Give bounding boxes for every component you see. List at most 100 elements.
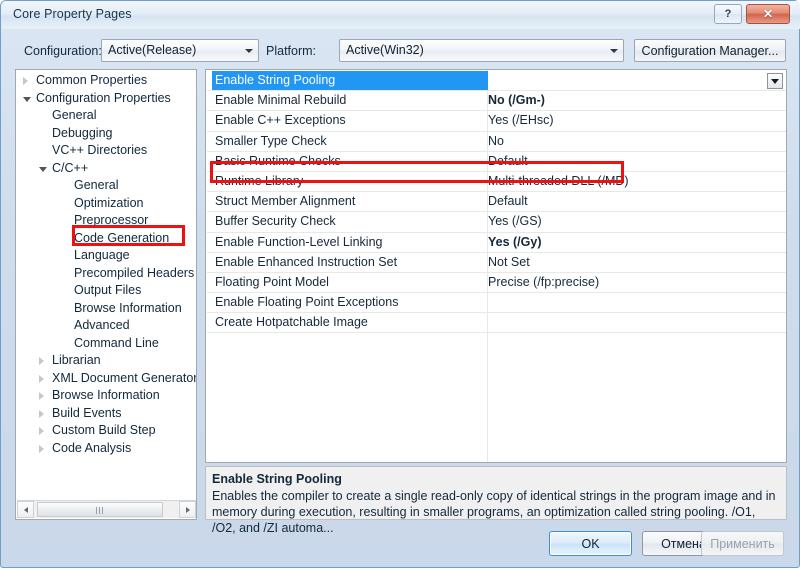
property-row[interactable]: Basic Runtime Checks Default (207, 152, 786, 172)
tree-item-label: Browse Information (52, 388, 160, 402)
expander-open-icon[interactable] (39, 166, 47, 172)
tree-item-label: General (74, 178, 119, 192)
tree-item-browse-information[interactable]: Browse Information (16, 387, 196, 405)
tree-item-label: Configuration Properties (36, 90, 171, 105)
tree-item-advanced[interactable]: Advanced (16, 317, 196, 335)
expander-open-icon[interactable] (23, 96, 31, 102)
scroll-right-icon[interactable] (179, 501, 196, 518)
scroll-left-icon[interactable] (17, 501, 34, 518)
value-dropdown-icon[interactable] (767, 73, 783, 89)
configuration-manager-button[interactable]: Configuration Manager... (634, 39, 786, 62)
tree-item-precompiled-headers[interactable]: Precompiled Headers (16, 265, 196, 283)
expander-closed-icon[interactable] (23, 77, 28, 85)
description-title: Enable String Pooling (212, 472, 342, 486)
property-name: Create Hotpatchable Image (215, 315, 368, 330)
property-pages-dialog: Core Property Pages ? ✕ Configuration: A… (0, 0, 800, 568)
property-row[interactable]: Struct Member Alignment Default (207, 192, 786, 213)
configuration-label: Configuration: (24, 44, 102, 58)
tree-item-label: Preprocessor (74, 213, 149, 227)
tree-item-xml-document-generator[interactable]: XML Document Generator (16, 370, 196, 388)
grip-icon (96, 507, 105, 514)
property-name: Enable Minimal Rebuild (215, 93, 347, 108)
property-name: Smaller Type Check (215, 133, 327, 148)
property-row[interactable]: Enable Minimal Rebuild No (/Gm-) (207, 91, 786, 112)
tree-horizontal-scrollbar[interactable] (17, 500, 196, 518)
tree-item-label: Common Properties (36, 73, 148, 87)
property-row[interactable]: Create Hotpatchable Image (207, 313, 786, 334)
property-value[interactable]: Default (488, 194, 528, 208)
ok-button[interactable]: OK (549, 531, 632, 556)
tree-item-preprocessor[interactable]: Preprocessor (16, 212, 196, 230)
property-name: Runtime Library (215, 173, 304, 188)
property-row[interactable]: Runtime Library Multi-threaded DLL (/MD) (207, 172, 786, 193)
property-value[interactable]: Multi-threaded DLL (/MD) (488, 174, 629, 188)
expander-closed-icon[interactable] (39, 444, 44, 453)
property-name: Struct Member Alignment (215, 194, 356, 209)
tree-item-c-c[interactable]: C/C++ (16, 160, 196, 178)
expander-closed-icon[interactable] (39, 357, 44, 365)
tree-item-debugging[interactable]: Debugging (16, 125, 196, 143)
property-grid-pane: Enable String Pooling Enable Minimal Rebu… (205, 69, 787, 463)
tree-item-label: Custom Build Step (52, 423, 156, 437)
expander-closed-icon[interactable] (39, 427, 44, 435)
property-value[interactable]: No (/Gm-) (488, 93, 545, 107)
help-icon[interactable]: ? (714, 4, 742, 24)
description-pane: Enable String Pooling Enables the compil… (205, 466, 787, 535)
tree-item-language[interactable]: Language (16, 247, 196, 265)
configuration-value: Active(Release) (108, 43, 197, 57)
property-row[interactable]: Enable C++ Exceptions Yes (/EHsc) (207, 111, 786, 132)
property-value[interactable]: Precise (/fp:precise) (488, 275, 599, 289)
property-tree[interactable]: Common Properties Configuration Propertie… (16, 72, 196, 458)
property-value[interactable]: Yes (/GS) (488, 214, 542, 228)
tree-item-browse-information[interactable]: Browse Information (16, 300, 196, 318)
expander-closed-icon[interactable] (39, 374, 44, 383)
tree-item-label: General (52, 108, 97, 122)
property-value[interactable]: Yes (/Gy) (488, 235, 542, 249)
window-title: Core Property Pages (13, 7, 132, 21)
property-row[interactable]: Enable String Pooling (207, 71, 786, 92)
tree-item-build-events[interactable]: Build Events (16, 405, 196, 423)
expander-closed-icon[interactable] (39, 409, 44, 418)
property-row[interactable]: Enable Enhanced Instruction Set Not Set (207, 253, 786, 273)
property-row[interactable]: Enable Function-Level Linking Yes (/Gy) (207, 233, 786, 253)
property-row[interactable]: Buffer Security Check Yes (/GS) (207, 212, 786, 233)
scrollbar-thumb[interactable] (37, 502, 163, 517)
platform-value: Active(Win32) (346, 43, 424, 57)
expander-closed-icon[interactable] (39, 392, 44, 400)
tree-item-general[interactable]: General (16, 107, 196, 125)
close-icon[interactable]: ✕ (746, 4, 790, 24)
property-value[interactable]: Not Set (488, 255, 530, 269)
tree-item-label: Debugging (52, 125, 113, 140)
tree-item-label: Code Analysis (52, 440, 132, 455)
tree-item-code-generation[interactable]: Code Generation (16, 230, 196, 248)
tree-item-label: Build Events (52, 405, 122, 420)
property-name: Enable C++ Exceptions (215, 113, 346, 128)
tree-item-general[interactable]: General (16, 177, 196, 195)
tree-item-label: Optimization (74, 195, 144, 210)
tree-item-configuration-properties[interactable]: Configuration Properties (16, 90, 196, 108)
tree-item-label: Command Line (74, 335, 159, 350)
property-row[interactable]: Enable Floating Point Exceptions (207, 293, 786, 314)
property-row[interactable]: Floating Point Model Precise (/fp:precise… (207, 273, 786, 294)
tree-item-common-properties[interactable]: Common Properties (16, 72, 196, 90)
configuration-dropdown[interactable]: Active(Release) (101, 39, 259, 62)
platform-dropdown[interactable]: Active(Win32) (339, 39, 624, 62)
tree-item-code-analysis[interactable]: Code Analysis (16, 440, 196, 458)
property-value[interactable]: Yes (/EHsc) (488, 113, 554, 127)
tree-item-label: Output Files (74, 283, 142, 297)
property-value[interactable]: No (488, 134, 504, 148)
tree-item-vc-directories[interactable]: VC++ Directories (16, 142, 196, 160)
chevron-down-icon (245, 49, 253, 53)
tree-item-command-line[interactable]: Command Line (16, 335, 196, 353)
property-value[interactable]: Default (488, 154, 528, 168)
tree-item-label: Browse Information (74, 300, 182, 315)
property-grid[interactable]: Enable String Pooling Enable Minimal Rebu… (207, 71, 786, 334)
tree-item-librarian[interactable]: Librarian (16, 352, 196, 370)
tree-item-optimization[interactable]: Optimization (16, 195, 196, 213)
tree-item-label: Language (74, 248, 130, 262)
tree-item-label: Librarian (52, 353, 101, 367)
tree-item-custom-build-step[interactable]: Custom Build Step (16, 422, 196, 440)
tree-item-label: Advanced (74, 318, 130, 332)
property-row[interactable]: Smaller Type Check No (207, 132, 786, 152)
tree-item-output-files[interactable]: Output Files (16, 282, 196, 300)
